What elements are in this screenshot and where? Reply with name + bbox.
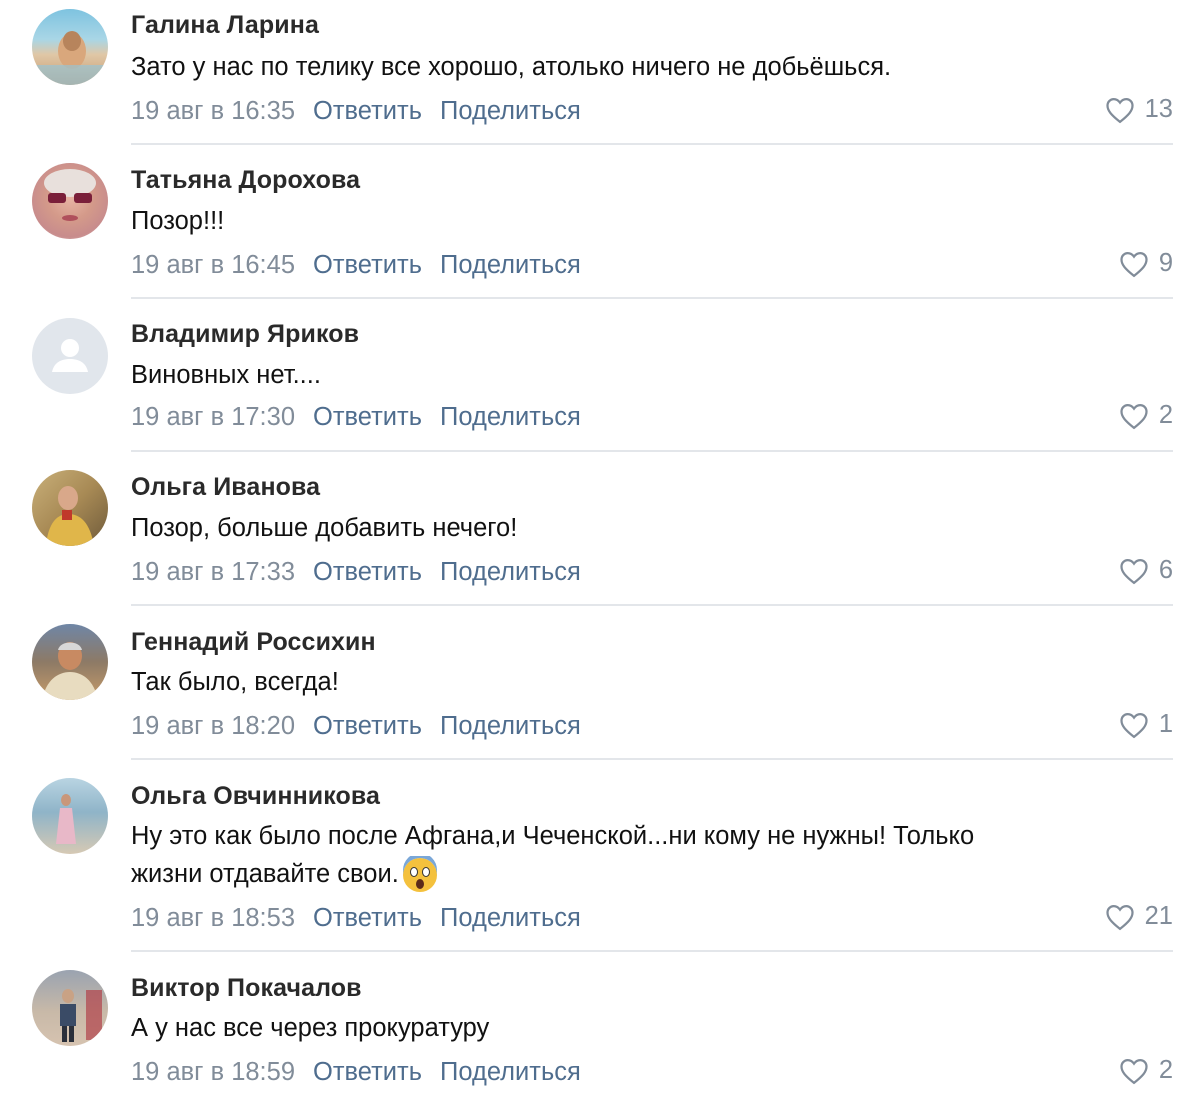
share-button[interactable]: Поделиться [440,558,581,586]
comment-author[interactable]: Татьяна Дорохова [131,166,360,195]
share-button[interactable]: Поделиться [440,403,581,431]
like-count: 9 [1158,249,1173,277]
comment-meta: 19 авг в 16:45 Ответить Поделиться [131,251,599,280]
comment-text: Виновных нет.... [131,361,321,389]
like-count: 21 [1144,902,1173,930]
comment-author[interactable]: Галина Ларина [131,11,319,40]
reply-button[interactable]: Ответить [313,251,422,279]
separator [131,143,1173,145]
comment-date[interactable]: 19 авг в 18:59 [131,1058,295,1086]
heart-icon [1120,558,1148,584]
separator [131,450,1173,452]
share-button[interactable]: Поделиться [440,97,581,125]
comment-text-line2: жизни отдавайте свои. [131,855,439,894]
comment-author[interactable]: Геннадий Россихин [131,628,376,657]
heart-icon [1120,251,1148,277]
comment-author[interactable]: Ольга Овчинникова [131,782,380,811]
like-count: 6 [1158,556,1173,584]
share-button[interactable]: Поделиться [440,904,581,932]
avatar[interactable] [32,9,108,85]
comment-meta: 19 авг в 17:30 Ответить Поделиться [131,403,599,432]
like-button[interactable]: 2 [1119,1056,1173,1085]
comment-date[interactable]: 19 авг в 16:35 [131,97,295,125]
comment-meta: 19 авг в 18:20 Ответить Поделиться [131,712,599,741]
avatar[interactable] [32,470,108,546]
separator [131,604,1173,606]
share-button[interactable]: Поделиться [440,251,581,279]
reply-button[interactable]: Ответить [313,904,422,932]
like-count: 1 [1158,710,1173,738]
comment-text: А у нас все через прокуратуру [131,1014,490,1042]
reply-button[interactable]: Ответить [313,1058,422,1086]
reply-button[interactable]: Ответить [313,712,422,740]
separator [131,758,1173,760]
separator [131,950,1173,952]
comment-text: Ну это как было после Афгана,и Чеченской… [131,822,975,850]
comment-date[interactable]: 19 авг в 16:45 [131,251,295,279]
separator [131,297,1173,299]
comment-date[interactable]: 19 авг в 18:53 [131,904,295,932]
comment-author[interactable]: Виктор Покачалов [131,974,362,1003]
avatar[interactable] [32,624,108,700]
reply-button[interactable]: Ответить [313,558,422,586]
share-button[interactable]: Поделиться [440,1058,581,1086]
like-count: 13 [1144,95,1173,123]
comment-text: Позор, больше добавить нечего! [131,514,518,542]
like-button[interactable]: 9 [1119,249,1173,278]
comment-date[interactable]: 19 авг в 18:20 [131,712,295,740]
comment-text: Позор!!! [131,207,225,235]
heart-icon [1105,97,1134,123]
comment-meta: 19 авг в 18:53 Ответить Поделиться [131,904,599,933]
like-button[interactable]: 21 [1105,902,1173,931]
comment-text-continuation: жизни отдавайте свои. [131,860,399,888]
heart-icon [1120,712,1148,738]
heart-icon [1105,904,1134,930]
heart-icon [1120,403,1148,429]
heart-icon [1120,1058,1148,1084]
like-count: 2 [1158,1056,1173,1084]
reply-button[interactable]: Ответить [313,97,422,125]
comment-text: Так было, всегда! [131,668,339,696]
like-button[interactable]: 13 [1105,95,1173,124]
like-button[interactable]: 6 [1119,556,1173,585]
comment-text: Зато у нас по телику все хорошо, атолько… [131,53,892,81]
comment-author[interactable]: Владимир Яриков [131,320,359,349]
comment-meta: 19 авг в 17:33 Ответить Поделиться [131,558,599,587]
share-button[interactable]: Поделиться [440,712,581,740]
comment-date[interactable]: 19 авг в 17:33 [131,558,295,586]
reply-button[interactable]: Ответить [313,403,422,431]
avatar[interactable] [32,163,108,239]
comment-meta: 19 авг в 16:35 Ответить Поделиться [131,97,599,126]
like-button[interactable]: 2 [1119,401,1173,430]
comment-author[interactable]: Ольга Иванова [131,473,320,502]
scream-emoji-icon [402,856,437,893]
comment-date[interactable]: 19 авг в 17:30 [131,403,295,431]
avatar[interactable] [32,318,108,394]
like-count: 2 [1158,401,1173,429]
comment-meta: 19 авг в 18:59 Ответить Поделиться [131,1058,599,1087]
avatar[interactable] [32,970,108,1046]
avatar[interactable] [32,778,108,854]
like-button[interactable]: 1 [1119,710,1173,739]
